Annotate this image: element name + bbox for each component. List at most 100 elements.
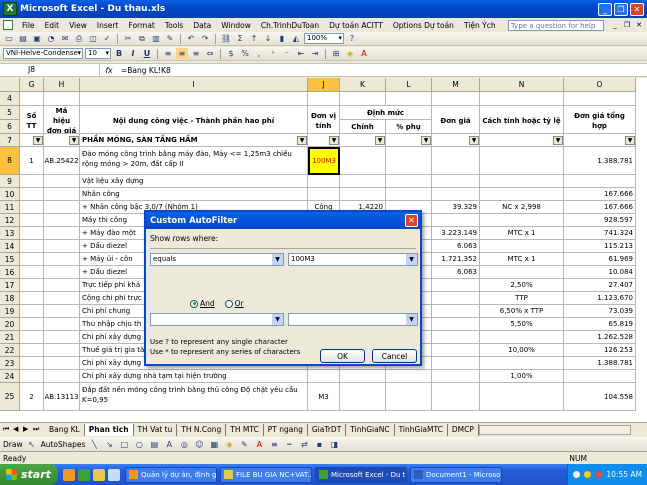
clipart-icon[interactable]: ☺ (193, 439, 205, 450)
cell-o18[interactable]: 1.123.670 (564, 292, 636, 305)
cell-l9[interactable] (386, 175, 432, 188)
first-sheet-icon[interactable]: ⏮ (3, 425, 12, 434)
autofilter-arrow-icon[interactable]: ▼ (69, 136, 79, 145)
cell-m8[interactable] (432, 147, 480, 175)
cell-i25[interactable]: Đắp đất nền móng công trình bằng thủ côn… (80, 383, 308, 411)
blank-cell[interactable] (386, 92, 432, 106)
menu-tools[interactable]: Tools (160, 21, 188, 30)
underline-icon[interactable]: U (141, 48, 153, 59)
autofilter-arrow-icon[interactable]: ▼ (553, 136, 563, 145)
cell-o8[interactable]: 1.388.781 (564, 147, 636, 175)
cell-n19[interactable]: 6,50% x TTP (480, 305, 564, 318)
cell-g8[interactable]: 1 (20, 147, 44, 175)
cell-i9[interactable]: Vật liệu xây dựng (80, 175, 308, 188)
row-header[interactable]: 20 (0, 318, 20, 331)
row-header[interactable]: 15 (0, 253, 20, 266)
format-painter-icon[interactable]: ✎ (164, 33, 176, 44)
cell-j9[interactable] (308, 175, 340, 188)
drawing-icon[interactable]: ◭ (290, 33, 302, 44)
workbook-close-icon[interactable]: ✕ (634, 20, 644, 30)
sort-asc-icon[interactable]: ↑ (248, 33, 260, 44)
cell-m23[interactable] (432, 357, 480, 370)
cell-m13[interactable]: 3.223.149 (432, 227, 480, 240)
bold-icon[interactable]: B (113, 48, 125, 59)
horizontal-scrollbar[interactable] (478, 424, 631, 435)
cell-l24[interactable] (386, 370, 432, 383)
chart-wizard-icon[interactable]: ▮ (276, 33, 288, 44)
cell-h18[interactable] (44, 292, 80, 305)
cell-h16[interactable] (44, 266, 80, 279)
menu-format[interactable]: Format (123, 21, 159, 30)
cell-h8[interactable]: AB.25422 (44, 147, 80, 175)
task-quan-ly[interactable]: Quản lý dự án, định g... (125, 466, 217, 483)
cell-h23[interactable] (44, 357, 80, 370)
cell-h17[interactable] (44, 279, 80, 292)
column-header-k[interactable]: K (340, 78, 386, 92)
cell-o25[interactable]: 104.558 (564, 383, 636, 411)
row-header[interactable]: 16 (0, 266, 20, 279)
rectangle-icon[interactable]: □ (118, 439, 130, 450)
cell-n9[interactable] (480, 175, 564, 188)
print-icon[interactable]: ⎙ (73, 33, 85, 44)
zoom-select[interactable]: 100% (304, 33, 344, 44)
autofilter-arrow-icon[interactable]: ▼ (421, 136, 431, 145)
font-size-select[interactable]: 10 (85, 48, 111, 59)
percent-icon[interactable]: % (239, 48, 251, 59)
cell-o15[interactable]: 61.969 (564, 253, 636, 266)
borders-icon[interactable]: ⊞ (330, 48, 342, 59)
row-header[interactable]: 13 (0, 227, 20, 240)
menu-data[interactable]: Data (188, 21, 216, 30)
cell-g15[interactable] (20, 253, 44, 266)
row-header[interactable]: 8 (0, 147, 20, 175)
sheet-tab-phan-tich[interactable]: Phan tich (84, 423, 134, 436)
cell-h20[interactable] (44, 318, 80, 331)
cell-o11[interactable]: 167.666 (564, 201, 636, 214)
security-icon[interactable] (595, 471, 603, 478)
last-sheet-icon[interactable]: ⏭ (33, 425, 42, 434)
cell-m19[interactable] (432, 305, 480, 318)
draw-menu[interactable]: Draw (3, 440, 23, 449)
cell-o22[interactable]: 126.253 (564, 344, 636, 357)
line-style-icon[interactable]: ≡ (268, 439, 280, 450)
blank-cell[interactable] (564, 92, 636, 106)
chevron-down-icon[interactable]: ▼ (272, 314, 283, 325)
cell-j8[interactable]: 100M3 (308, 147, 340, 175)
cell-o13[interactable]: 741.324 (564, 227, 636, 240)
cell-m12[interactable] (432, 214, 480, 227)
cell-o21[interactable]: 1.262.528 (564, 331, 636, 344)
draw-fill-color-icon[interactable]: ◈ (223, 439, 235, 450)
sheet-tab-pt-ngang[interactable]: PT ngang (263, 423, 308, 436)
cell-k10[interactable] (340, 188, 386, 201)
cell-o9[interactable] (564, 175, 636, 188)
italic-icon[interactable]: I (127, 48, 139, 59)
cell-g19[interactable] (20, 305, 44, 318)
cell-m21[interactable] (432, 331, 480, 344)
autofilter-arrow-icon[interactable]: ▼ (375, 136, 385, 145)
cell-m25[interactable] (432, 383, 480, 411)
menu-view[interactable]: View (64, 21, 92, 30)
ie-icon[interactable] (108, 468, 120, 481)
menu-du-toan-acitt[interactable]: Dự toán ACITT (324, 21, 388, 30)
cell-m16[interactable]: 6.063 (432, 266, 480, 279)
cell-g16[interactable] (20, 266, 44, 279)
blank-cell[interactable] (308, 92, 340, 106)
and-radio[interactable]: And (190, 299, 215, 308)
draw-font-color-icon[interactable]: A (253, 439, 265, 450)
workbook-icon[interactable] (3, 20, 13, 30)
ok-button[interactable]: OK (320, 349, 365, 363)
cell-g17[interactable] (20, 279, 44, 292)
column-header-n[interactable]: N (480, 78, 564, 92)
cell-h24[interactable] (44, 370, 80, 383)
cut-icon[interactable]: ✂ (122, 33, 134, 44)
row-header[interactable]: 11 (0, 201, 20, 214)
cell-m9[interactable] (432, 175, 480, 188)
row-header[interactable]: 22 (0, 344, 20, 357)
row-header[interactable]: 24 (0, 370, 20, 383)
firefox-icon[interactable] (63, 468, 75, 481)
cell-h22[interactable] (44, 344, 80, 357)
task-file-bu-gia[interactable]: FILE BU GIA NC+VAT... (220, 466, 312, 483)
cell-g11[interactable] (20, 201, 44, 214)
sheet-tab-tinhgiamtc[interactable]: TinhGiaMTC (394, 423, 448, 436)
hyperlink-icon[interactable]: ⛓ (220, 33, 232, 44)
copy-icon[interactable]: ⧉ (136, 33, 148, 44)
